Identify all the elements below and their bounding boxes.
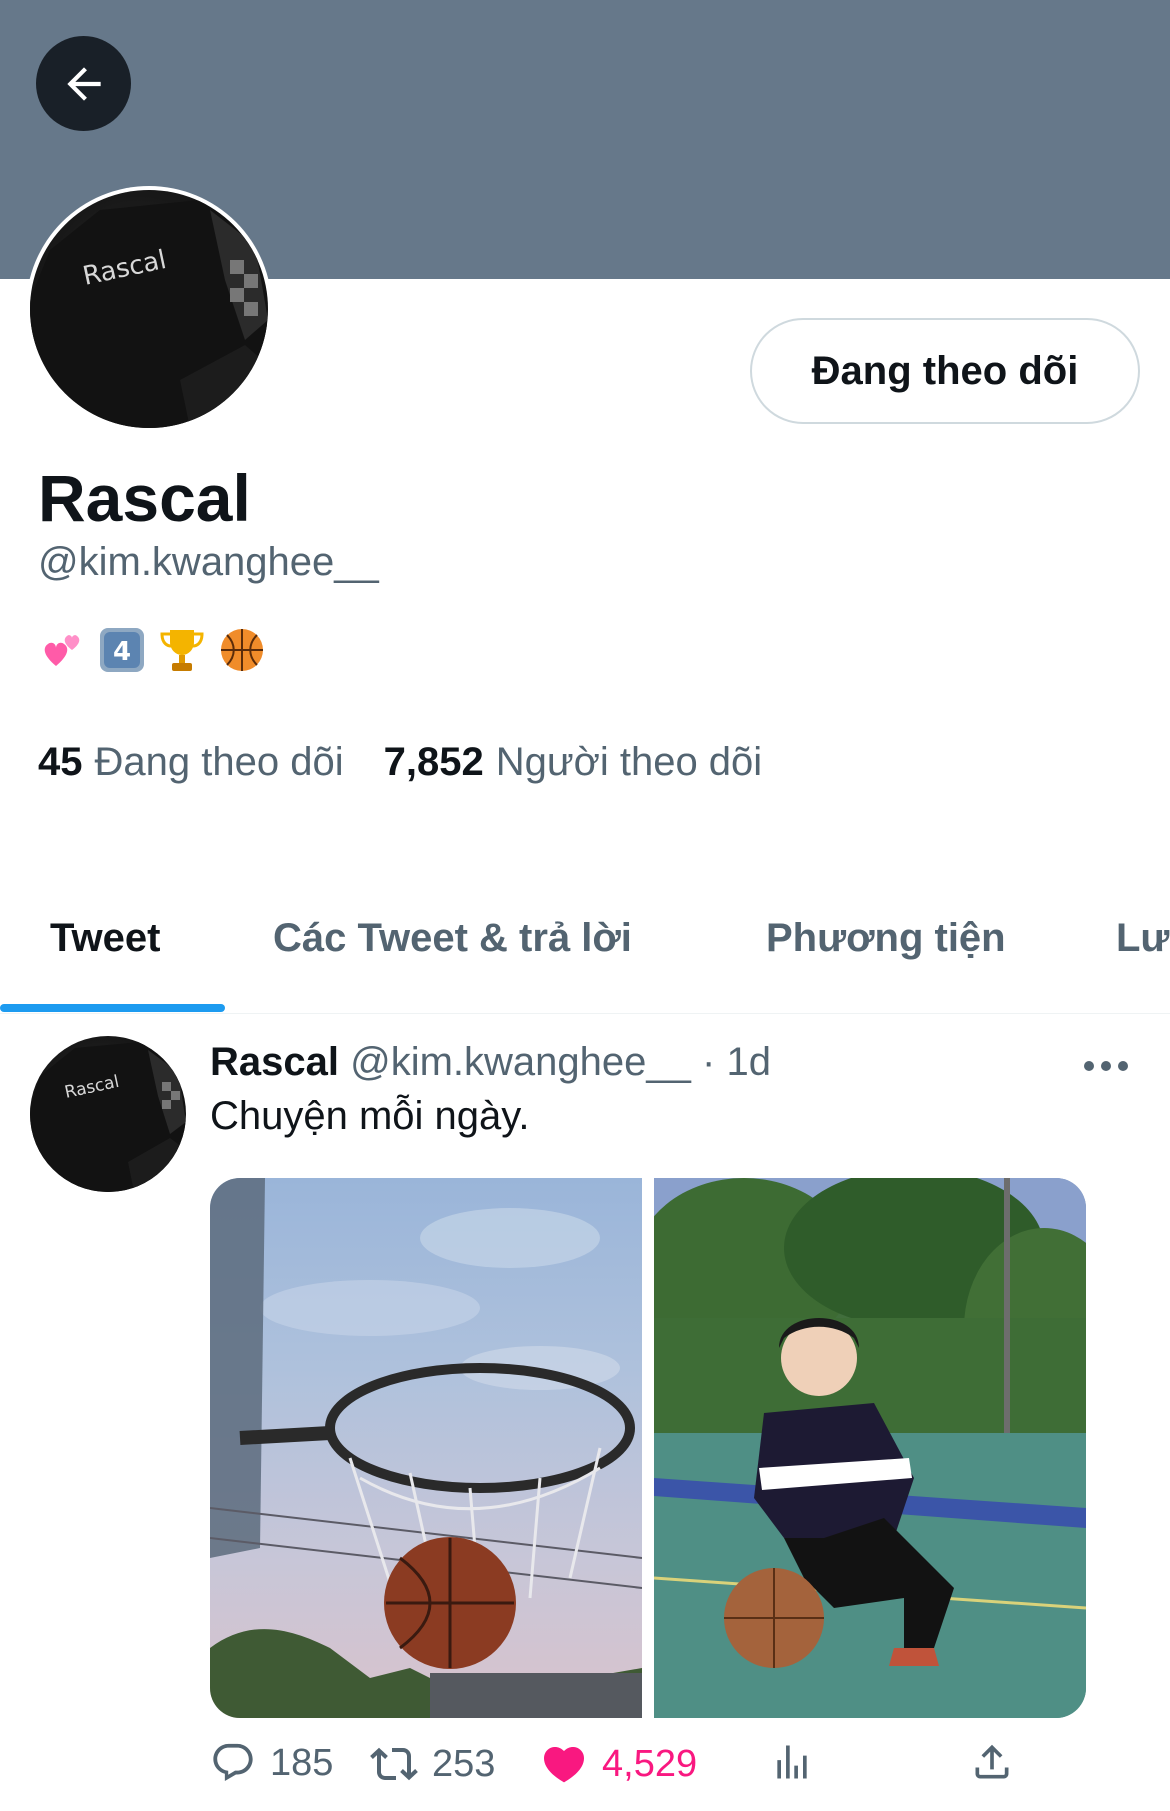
followers-label: Người theo dõi: [495, 740, 763, 784]
svg-text:4: 4: [113, 637, 131, 667]
profile-tabs: Tweet Các Tweet & trả lời Phương tiện Lư…: [0, 880, 1170, 1014]
tweet-avatar[interactable]: Rascal: [30, 1036, 186, 1192]
share-button[interactable]: [970, 1740, 1014, 1784]
tab-tweets[interactable]: Tweet: [50, 916, 160, 961]
reply-button[interactable]: 185: [210, 1740, 333, 1786]
heart-filled-icon: [543, 1747, 585, 1783]
analytics-bar-icon: [777, 1745, 807, 1779]
profile-page: Rascal Đang theo dõi Rascal @kim.kwanghe…: [0, 0, 1170, 1811]
tab-media[interactable]: Phương tiện: [766, 916, 1006, 961]
retweet-icon: [370, 1747, 418, 1781]
tweet-media-grid: [210, 1178, 1086, 1718]
jersey-image: Rascal: [30, 1042, 186, 1192]
tweet-text: Chuyện mỗi ngày.: [210, 1094, 530, 1138]
more-options-icon[interactable]: [1084, 1046, 1128, 1086]
reply-count: 185: [270, 1741, 334, 1784]
like-count: 4,529: [602, 1742, 698, 1785]
profile-stats: 45 Đang theo dõi 7,852 Người theo dõi: [38, 740, 762, 785]
profile-bio: 4: [38, 626, 266, 674]
trophy-icon: [158, 626, 206, 674]
keycap-4-icon: 4: [98, 626, 146, 674]
tweet-separator: ·: [702, 1040, 716, 1084]
following-button[interactable]: Đang theo dõi: [750, 318, 1140, 424]
active-tab-indicator: [0, 1004, 225, 1012]
retweet-count: 253: [432, 1742, 496, 1785]
share-upload-icon: [975, 1744, 1009, 1779]
retweet-button[interactable]: 253: [370, 1740, 495, 1788]
profile-avatar[interactable]: Rascal: [26, 186, 272, 432]
back-button[interactable]: [36, 36, 131, 131]
following-label: Đang theo dõi: [94, 740, 344, 784]
tweet-header: Rascal @kim.kwanghee__ · 1d: [210, 1040, 771, 1085]
tab-likes[interactable]: Lượt thích: [1116, 916, 1170, 961]
following-count: 45: [38, 740, 83, 784]
reply-icon: [213, 1743, 253, 1782]
profile-handle: @kim.kwanghee__: [38, 540, 379, 584]
analytics-button[interactable]: [770, 1740, 814, 1784]
tweet-actions: 185 253 4,529: [210, 1740, 1070, 1800]
followers-stat[interactable]: 7,852 Người theo dõi: [384, 740, 763, 785]
jersey-image: Rascal: [30, 200, 268, 428]
like-button[interactable]: 4,529: [540, 1740, 697, 1788]
basketball-icon: [218, 626, 266, 674]
tweet-author-name[interactable]: Rascal: [210, 1040, 339, 1084]
tweet-author-handle[interactable]: @kim.kwanghee__: [350, 1040, 691, 1084]
media-image-basketball-hoop[interactable]: [210, 1178, 642, 1718]
media-image-person-with-basketball[interactable]: [654, 1178, 1086, 1718]
tab-tweets-and-replies[interactable]: Các Tweet & trả lời: [273, 916, 632, 961]
tweet-timestamp[interactable]: 1d: [726, 1040, 771, 1084]
following-stat[interactable]: 45 Đang theo dõi: [38, 740, 344, 785]
followers-count: 7,852: [383, 740, 484, 784]
arrow-left-icon: [66, 66, 101, 101]
profile-display-name: Rascal: [38, 461, 251, 535]
two-hearts-icon: [38, 626, 86, 674]
